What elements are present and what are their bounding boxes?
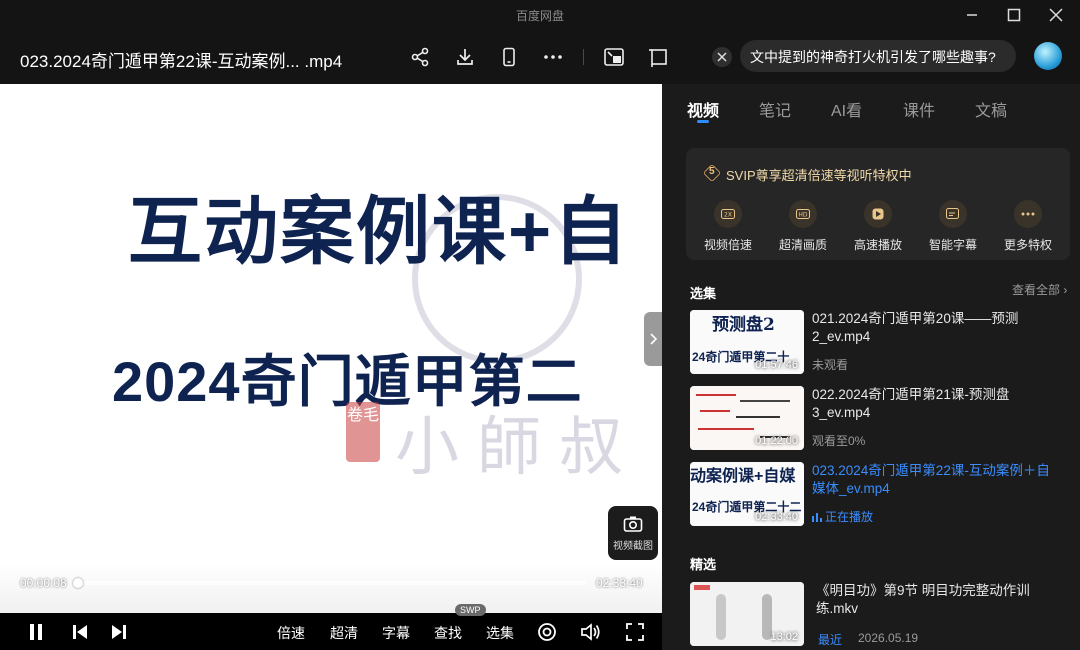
previous-icon[interactable] — [69, 621, 91, 643]
featured-thumbnail: 13:02 — [690, 582, 804, 646]
toolbar-divider — [583, 49, 584, 65]
svip-level: 5 — [709, 166, 715, 177]
featured-date: 2026.05.19 — [858, 631, 919, 645]
episode-thumbnail: 01:22:00 — [690, 386, 804, 450]
close-icon[interactable] — [1043, 4, 1069, 26]
swp-badge: SWP — [455, 604, 486, 616]
video-frame[interactable]: 互动案例课+自 2024奇门遁甲第二 卷毛 小師叔 视频截图 00:00:08 … — [0, 84, 662, 650]
maximize-icon[interactable] — [1001, 4, 1027, 26]
tab-ai-watch[interactable]: AI看 — [831, 97, 862, 121]
perk-fast-play[interactable]: 高速播放 — [848, 200, 908, 253]
progress-track[interactable] — [78, 581, 586, 585]
download-icon[interactable] — [452, 44, 478, 70]
app-title: 百度网盘 — [515, 9, 564, 23]
subtitle-button[interactable]: 字幕 — [382, 623, 410, 643]
featured-tag: 最近 — [818, 633, 843, 647]
perk-smart-subtitle[interactable]: 智能字幕 — [923, 200, 983, 253]
episode-duration: 01:22:00 — [755, 435, 798, 447]
perk-label: 更多特权 — [1003, 238, 1052, 252]
episode-status: 未观看 — [812, 358, 849, 372]
picture-in-picture-icon[interactable] — [601, 44, 627, 70]
subtitle-perk-icon — [939, 200, 967, 228]
perk-hd[interactable]: HD 超清画质 — [773, 200, 833, 253]
svg-text:2X: 2X — [724, 212, 732, 219]
fullscreen-icon[interactable] — [624, 621, 646, 643]
perk-speed[interactable]: 2X 视频倍速 — [698, 200, 758, 253]
list-item[interactable]: 01:22:00 022.2024奇门遁甲第21课-预测盘3_ev.mp4 观看… — [690, 386, 1070, 450]
clear-question-icon[interactable] — [712, 47, 732, 67]
perk-label: 超清画质 — [778, 238, 827, 252]
pause-icon[interactable] — [25, 621, 47, 643]
episode-select-button[interactable]: 选集 — [486, 623, 514, 643]
list-item[interactable]: 13:02 《明目功》第9节 明目功完整动作训练.mkv 最近 2026.05.… — [690, 582, 1070, 647]
control-bar: 倍速 超清 字幕 查找 SWP 选集 — [0, 604, 662, 650]
hd-perk-icon: HD — [789, 200, 817, 228]
volume-icon[interactable] — [580, 621, 602, 643]
time-total: 02:33:40 — [596, 576, 643, 590]
episode-title: 023.2024奇门遁甲第22课-互动案例＋自媒体_ev.mp4 — [812, 463, 1050, 496]
video-headline: 互动案例课+自 — [128, 190, 630, 273]
watermark-text: 小師叔 — [395, 411, 641, 485]
speed-perk-icon: 2X — [714, 200, 742, 228]
quality-button[interactable]: 超清 — [330, 623, 358, 643]
svip-title: SVIP尊享超清倍速等视听特权中 — [726, 168, 912, 183]
fast-play-perk-icon — [864, 200, 892, 228]
episode-status: 观看至0% — [812, 434, 866, 448]
search-button[interactable]: 查找 — [434, 623, 462, 643]
perk-label: 智能字幕 — [928, 238, 977, 252]
tab-notes[interactable]: 笔记 — [759, 97, 791, 121]
episode-thumbnail: 动案例课+自媒 24奇门遁甲第二十二 02:33:40 — [690, 462, 804, 526]
featured-title: 精选 — [690, 557, 717, 572]
episode-title: 021.2024奇门遁甲第20课——预测2_ev.mp4 — [812, 311, 1019, 344]
perk-label: 高速播放 — [853, 238, 902, 252]
tab-transcript[interactable]: 文稿 — [975, 97, 1007, 121]
episode-title: 022.2024奇门遁甲第21课-预测盘3_ev.mp4 — [812, 387, 1010, 420]
next-icon[interactable] — [108, 621, 130, 643]
list-item[interactable]: 预测盘2 24奇门遁甲第二十 01:57:46 021.2024奇门遁甲第20课… — [690, 310, 1070, 374]
episode-duration: 02:33:40 — [755, 511, 798, 523]
speed-button[interactable]: 倍速 — [277, 623, 305, 643]
episode-thumbnail: 预测盘2 24奇门遁甲第二十 01:57:46 — [690, 310, 804, 374]
watermark-seal: 卷毛 — [346, 402, 380, 462]
tab-courseware[interactable]: 课件 — [903, 97, 935, 121]
phone-icon[interactable] — [496, 44, 522, 70]
episode-status: 正在播放 — [812, 508, 873, 525]
episode-duration: 01:57:46 — [755, 359, 798, 371]
progress-handle[interactable] — [73, 578, 83, 588]
share-icon[interactable] — [407, 44, 433, 70]
progress-overlay — [0, 564, 662, 614]
screenshot-button[interactable]: 视频截图 — [608, 506, 658, 560]
panel-toggle-button[interactable] — [644, 312, 662, 366]
more-perks-icon — [1014, 200, 1042, 228]
episodes-title: 选集 — [690, 286, 717, 301]
list-item[interactable]: 动案例课+自媒 24奇门遁甲第二十二 02:33:40 023.2024奇门遁甲… — [690, 462, 1070, 526]
playing-bars-icon — [812, 513, 822, 522]
camera-icon — [623, 516, 643, 532]
time-current: 00:00:08 — [20, 576, 67, 590]
view-all-link[interactable]: 查看全部 › — [1012, 281, 1067, 298]
more-icon[interactable] — [540, 44, 566, 70]
file-title: 023.2024奇门遁甲第22课-互动案例... .mp4 — [20, 52, 343, 71]
featured-item-title: 《明目功》第9节 明目功完整动作训练.mkv — [816, 583, 1030, 616]
ai-assistant-avatar[interactable] — [1034, 42, 1062, 70]
svg-text:HD: HD — [798, 212, 808, 219]
tab-video[interactable]: 视频 — [687, 97, 719, 121]
ai-question-input[interactable]: 文中提到的神奇打火机引发了哪些趣事? — [740, 40, 1016, 72]
featured-duration: 13:02 — [770, 631, 798, 643]
screenshot-label: 视频截图 — [613, 540, 653, 552]
player-toolbar: 023.2024奇门遁甲第22课-互动案例... .mp4 — [0, 30, 690, 84]
perk-label: 视频倍速 — [703, 238, 752, 252]
window-mode-icon[interactable] — [646, 44, 672, 70]
target-icon[interactable] — [536, 621, 558, 643]
active-tab-indicator — [697, 120, 709, 123]
minimize-icon[interactable] — [959, 4, 985, 26]
title-bar: 百度网盘 — [0, 0, 1080, 30]
perk-more[interactable]: 更多特权 — [998, 200, 1058, 253]
